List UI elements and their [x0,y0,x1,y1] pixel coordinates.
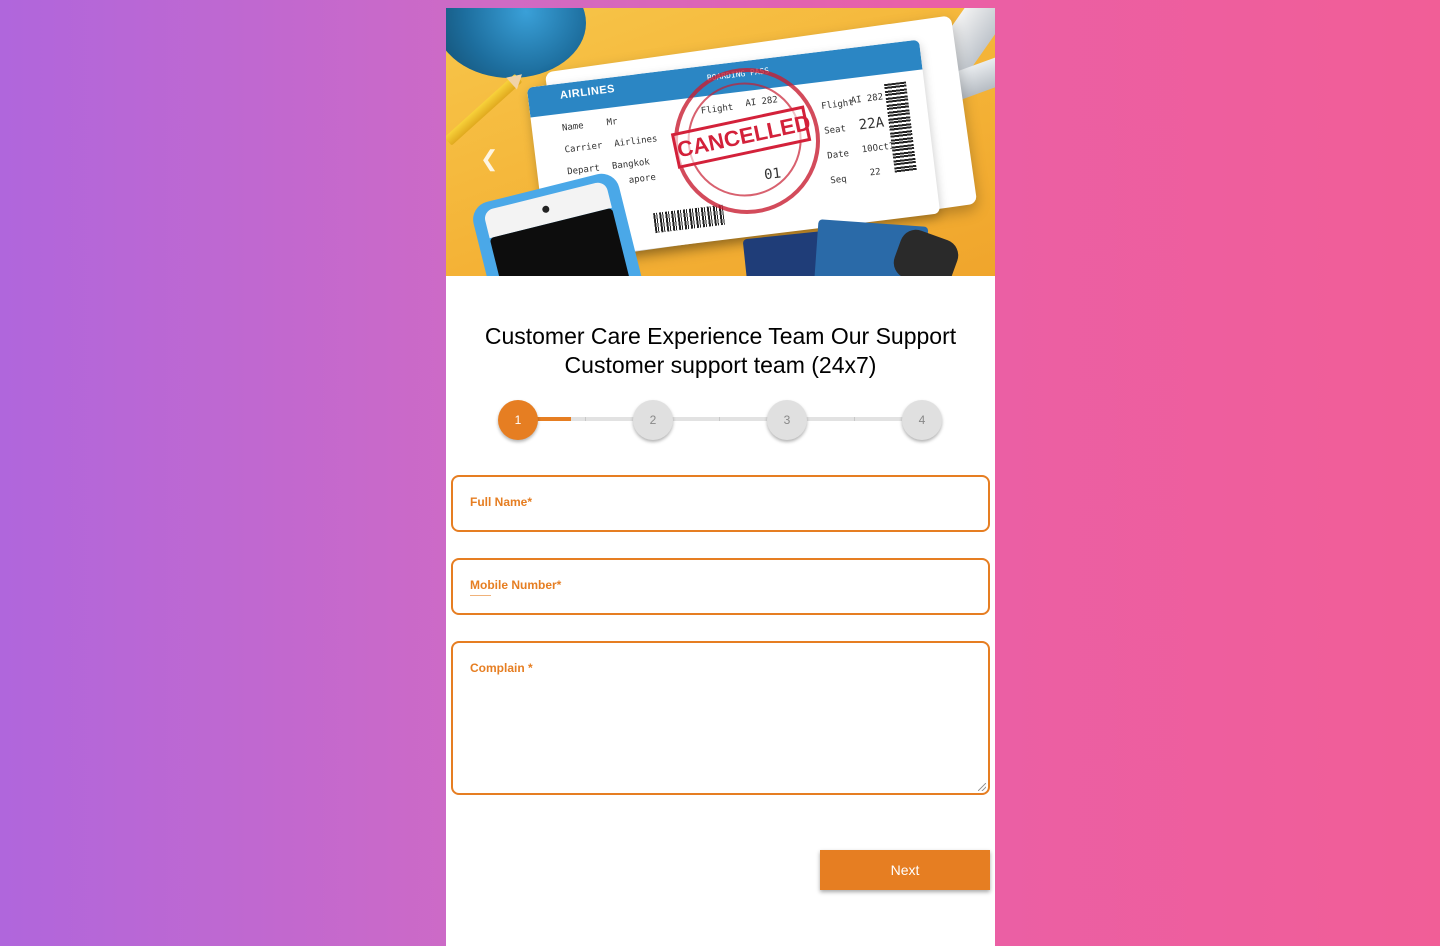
barcode [653,204,725,234]
step-3[interactable]: 3 [767,400,807,440]
full-name-input[interactable] [470,507,974,527]
pencil-image [446,68,528,146]
chevron-right-icon[interactable]: ❯ [946,146,964,172]
banner-carousel: AIRLINES Name Mr Carrier Airlines Depart… [446,8,995,276]
complain-textarea[interactable] [470,679,974,787]
form-card: AIRLINES Name Mr Carrier Airlines Depart… [446,8,995,946]
step-1[interactable]: 1 [498,400,538,440]
mobile-number-input[interactable] [470,590,974,610]
chevron-left-icon[interactable]: ❮ [480,146,498,172]
mobile-number-field[interactable]: Mobile Number* [451,558,990,615]
progress-stepper: 1 2 3 4 [498,400,942,440]
complain-label: Complain * [470,661,533,675]
step-4[interactable]: 4 [902,400,942,440]
stepper-track [518,417,922,421]
full-name-field[interactable]: Full Name* [451,475,990,532]
next-button[interactable]: Next [820,850,990,890]
page-title: Customer Care Experience Team Our Suppor… [484,323,957,378]
step-2[interactable]: 2 [633,400,673,440]
complain-field[interactable]: Complain * [451,641,990,795]
resize-handle-icon[interactable] [978,783,986,791]
